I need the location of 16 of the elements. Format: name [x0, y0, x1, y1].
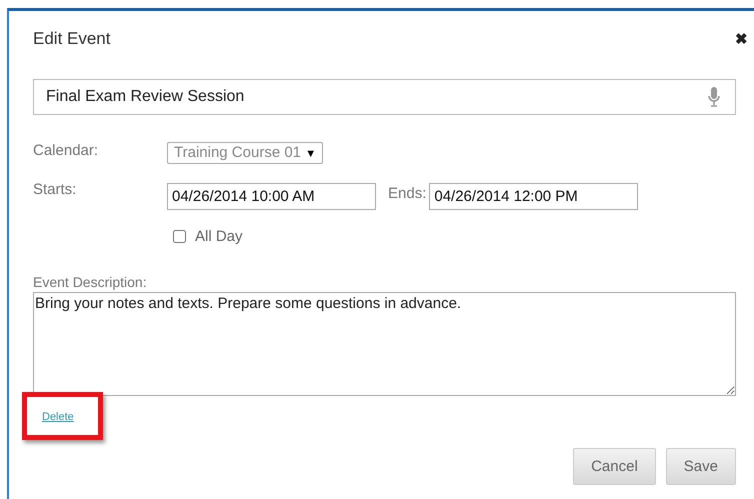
starts-label: Starts: — [33, 181, 78, 198]
close-button[interactable]: ✖ — [735, 30, 754, 48]
dialog-title: Edit Event — [33, 29, 110, 49]
ends-label: Ends: — [388, 185, 426, 202]
end-date-field[interactable]: 04/26/2014 12:00 PM — [429, 183, 638, 210]
all-day-checkbox[interactable] — [173, 230, 186, 243]
description-label: Event Description: — [33, 274, 148, 290]
dialog-button[interactable]: Cancel — [573, 448, 656, 485]
all-day-label: All Day — [195, 228, 243, 245]
microphone-icon[interactable] — [708, 87, 720, 107]
calendar-dropdown[interactable]: Training Course 01 ▼ — [167, 142, 324, 164]
calendar-label: Calendar: — [33, 142, 100, 159]
description-field[interactable]: Bring your notes and texts. Prepare some questions in advance. — [33, 292, 736, 396]
start-date-field[interactable]: 04/26/2014 10:00 AM — [167, 183, 376, 210]
title-field[interactable]: Final Exam Review Session — [33, 79, 736, 115]
dialog-button[interactable]: Save — [666, 448, 736, 485]
